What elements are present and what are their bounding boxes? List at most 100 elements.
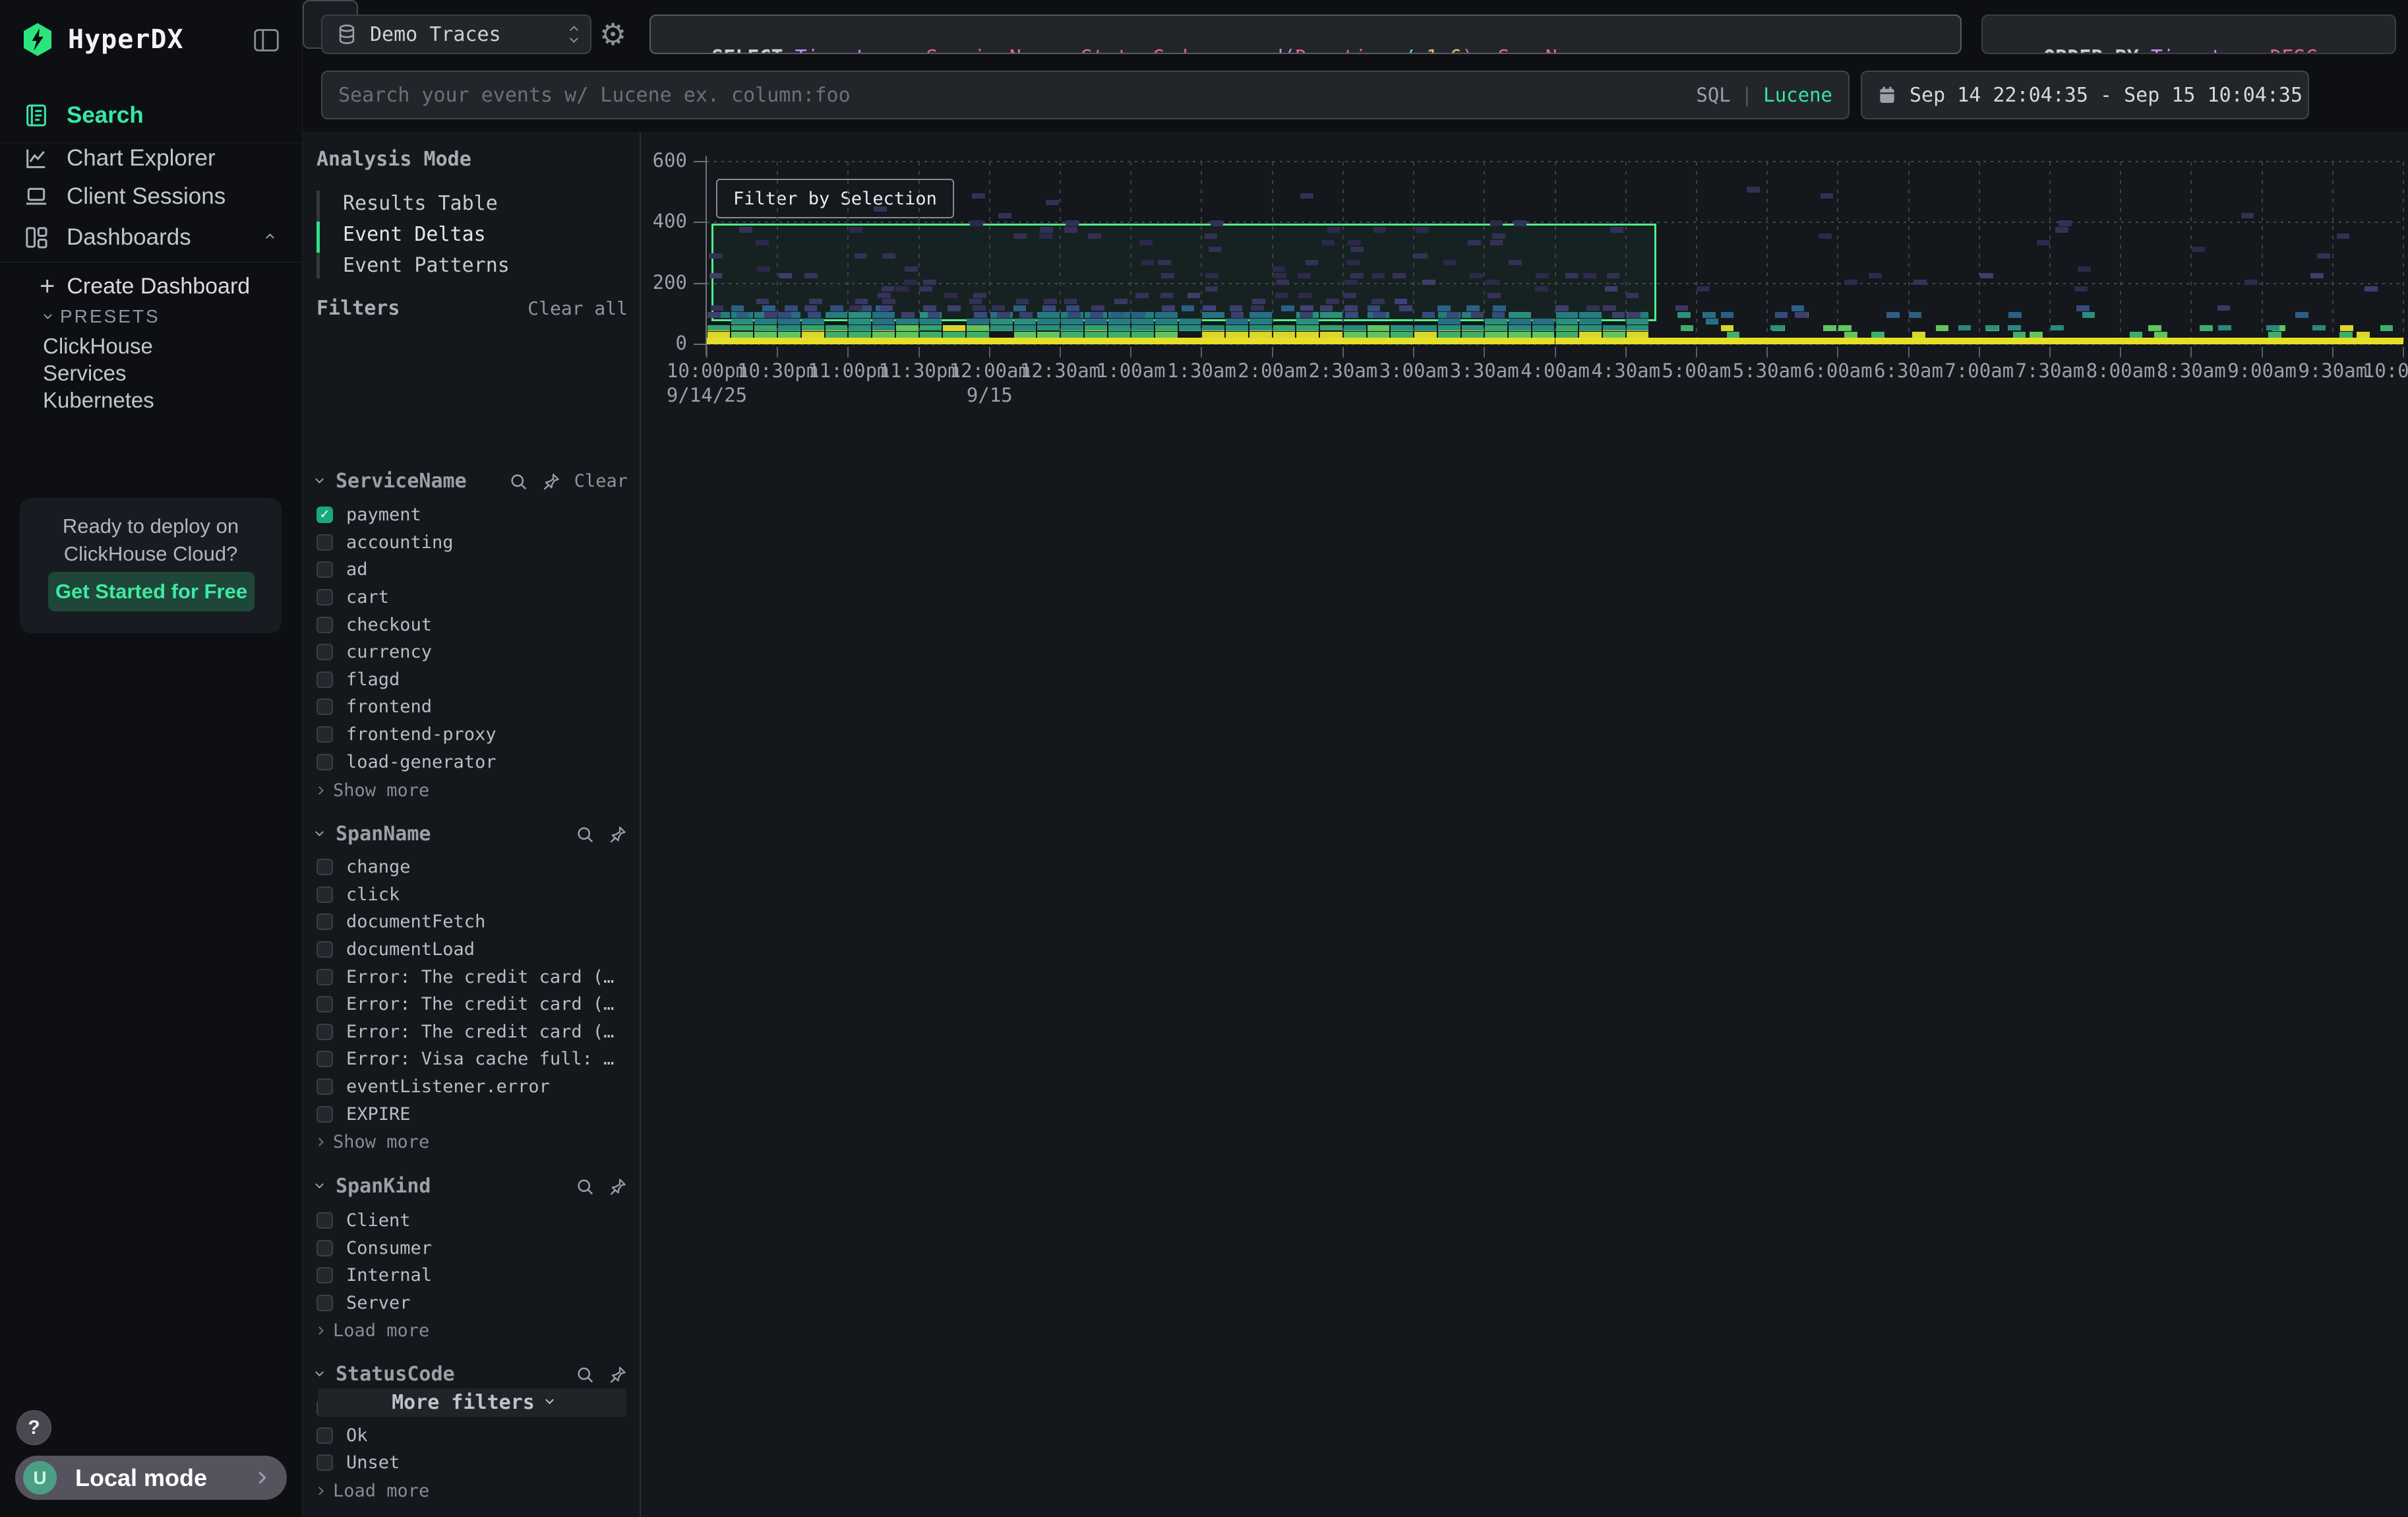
checkbox[interactable] (316, 1427, 333, 1444)
pin-icon[interactable] (608, 824, 628, 844)
checkbox[interactable] (316, 534, 333, 551)
checkbox[interactable] (316, 561, 333, 578)
filter-option[interactable]: documentFetch (316, 908, 628, 936)
analysis-mode-item[interactable]: Event Patterns (316, 250, 626, 281)
checkbox[interactable] (316, 698, 333, 715)
order-by-input[interactable]: ORDER BY Timestamp DESC (1981, 15, 2396, 54)
checkbox[interactable] (316, 913, 333, 930)
filter-option[interactable]: Internal (316, 1262, 628, 1289)
filter-option[interactable]: Server (316, 1289, 628, 1317)
sidebar-preset-item[interactable]: Kubernetes (0, 387, 303, 414)
filter-option[interactable]: ad (316, 556, 628, 584)
checkbox[interactable] (316, 996, 333, 1012)
chevron-down-icon[interactable] (315, 828, 324, 836)
checkbox[interactable] (316, 886, 333, 903)
preset-list: ClickHouseServicesKubernetes (0, 332, 303, 414)
presets-toggle[interactable]: PRESETS (0, 303, 303, 330)
filter-option[interactable]: change (316, 853, 628, 881)
filter-option[interactable]: Client (316, 1207, 628, 1235)
chevron-up-icon[interactable] (266, 233, 274, 242)
analysis-mode-item[interactable]: Results Table (316, 188, 626, 219)
sidebar-item-search[interactable]: Search (0, 96, 303, 135)
filter-option[interactable]: cart (316, 584, 628, 611)
load-more-spankind[interactable]: Load more (316, 1318, 429, 1342)
chart-line-icon (23, 145, 49, 171)
sidebar-item-dashboards[interactable]: Dashboards (0, 218, 303, 257)
chevron-down-icon[interactable] (315, 1180, 324, 1189)
checkbox[interactable] (316, 1078, 333, 1095)
checkbox[interactable] (316, 1106, 333, 1123)
servicename-options: paymentaccountingadcartcheckoutcurrencyf… (316, 501, 628, 776)
checkbox[interactable] (316, 969, 333, 985)
lucene-toggle[interactable]: Lucene (1763, 84, 1832, 106)
show-more-spanname[interactable]: Show more (316, 1130, 429, 1154)
checkbox[interactable] (316, 1212, 333, 1229)
filter-option[interactable]: eventListener.error (316, 1073, 628, 1101)
checkbox[interactable] (316, 507, 333, 523)
pin-icon[interactable] (608, 1177, 628, 1196)
checkbox[interactable] (316, 726, 333, 743)
filter-option[interactable]: Error: Visa cache full: … (316, 1045, 628, 1073)
chevron-down-icon[interactable] (315, 1368, 324, 1377)
filter-option[interactable]: Error: The credit card (… (316, 963, 628, 991)
search-icon[interactable] (575, 1365, 595, 1384)
sidebar-item-client-sessions[interactable]: Client Sessions (0, 177, 303, 216)
checkbox[interactable] (316, 1295, 333, 1311)
checkbox[interactable] (316, 1240, 333, 1256)
checkbox[interactable] (316, 644, 333, 660)
sidebar-collapse-icon[interactable] (253, 28, 280, 53)
checkbox[interactable] (316, 1454, 333, 1471)
pin-icon[interactable] (608, 1365, 628, 1384)
sidebar-preset-item[interactable]: ClickHouse (0, 332, 303, 359)
sidebar-item-chart-explorer[interactable]: Chart Explorer (0, 139, 303, 177)
filter-option[interactable]: documentLoad (316, 936, 628, 964)
user-menu[interactable]: U Local mode (15, 1456, 287, 1500)
chevron-down-icon[interactable] (315, 475, 324, 483)
search-icon[interactable] (575, 1177, 595, 1196)
filter-option[interactable]: frontend-proxy (316, 721, 628, 749)
filter-option[interactable]: payment (316, 501, 628, 529)
checkbox[interactable] (316, 754, 333, 770)
load-more-statuscode[interactable]: Load more (316, 1479, 429, 1502)
sql-select-input[interactable]: SELECT Timestamp, ServiceName, StatusCod… (649, 15, 1962, 54)
sql-toggle[interactable]: SQL (1696, 84, 1730, 106)
filter-option[interactable]: EXPIRE (316, 1100, 628, 1128)
pin-icon[interactable] (541, 472, 561, 491)
selection-box[interactable] (711, 224, 1656, 322)
gear-icon[interactable]: ⚙ (599, 17, 626, 51)
create-dashboard-button[interactable]: + Create Dashboard (0, 273, 303, 299)
checkbox[interactable] (316, 671, 333, 688)
filter-option[interactable]: currency (316, 638, 628, 666)
filter-option[interactable]: frontend (316, 693, 628, 721)
checkbox[interactable] (316, 859, 333, 875)
show-more-servicename[interactable]: Show more (316, 778, 429, 802)
group-clear-button[interactable]: Clear (574, 471, 628, 491)
filter-option[interactable]: accounting (316, 529, 628, 557)
filter-option[interactable]: Error: The credit card (… (316, 1018, 628, 1046)
filter-option[interactable]: Consumer (316, 1235, 628, 1262)
filter-option[interactable]: Unset (316, 1449, 628, 1477)
filter-option[interactable]: checkout (316, 611, 628, 638)
filter-option[interactable]: flagd (316, 666, 628, 694)
checkbox[interactable] (316, 941, 333, 958)
checkbox[interactable] (316, 1051, 333, 1067)
search-icon[interactable] (508, 472, 528, 491)
clear-all-button[interactable]: Clear all (527, 297, 628, 319)
search-icon[interactable] (575, 824, 595, 844)
filter-option[interactable]: click (316, 881, 628, 909)
more-filters-button[interactable]: More filters (318, 1388, 626, 1417)
filter-option[interactable]: Error: The credit card (… (316, 991, 628, 1018)
get-started-button[interactable]: Get Started for Free (48, 572, 255, 611)
analysis-mode-item[interactable]: Event Deltas (316, 219, 626, 250)
source-select[interactable]: Demo Traces (321, 15, 591, 54)
checkbox[interactable] (316, 1024, 333, 1040)
checkbox[interactable] (316, 617, 333, 633)
filter-option[interactable]: Ok (316, 1422, 628, 1450)
checkbox[interactable] (316, 589, 333, 605)
sidebar-preset-item[interactable]: Services (0, 359, 303, 387)
help-button[interactable]: ? (16, 1410, 51, 1445)
checkbox[interactable] (316, 1267, 333, 1284)
search-input[interactable] (338, 84, 1696, 107)
date-range-picker[interactable]: Sep 14 22:04:35 - Sep 15 10:04:35 (1861, 71, 2309, 119)
filter-option[interactable]: load-generator (316, 748, 628, 776)
